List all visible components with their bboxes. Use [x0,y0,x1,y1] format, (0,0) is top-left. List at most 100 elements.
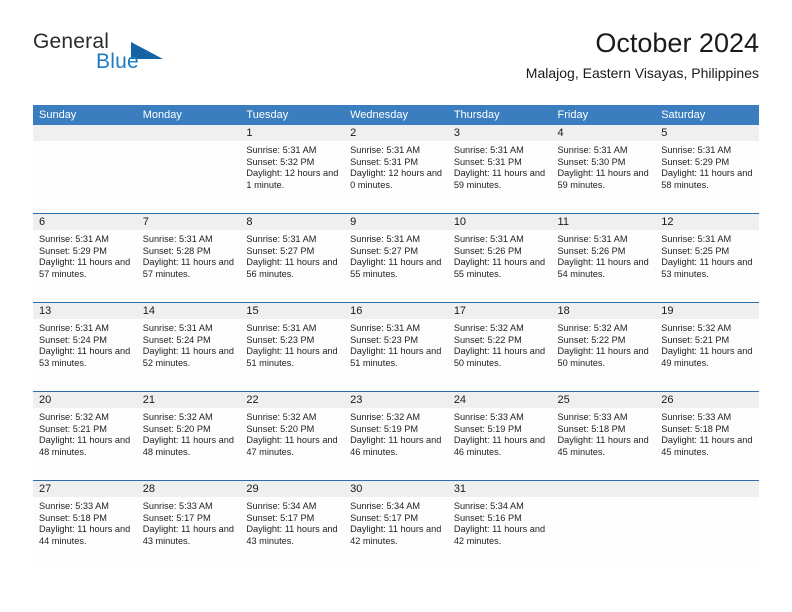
day-number: 9 [344,214,448,230]
sunrise-text: Sunrise: 5:31 AM [557,145,628,155]
calendar-day-cell[interactable]: 28 Sunrise: 5:33 AM Sunset: 5:17 PM Dayligh… [136,480,241,569]
day-cell-content: 23 Sunrise: 5:32 AM Sunset: 5:19 PM Dayligh… [344,392,448,480]
calendar-day-cell[interactable]: 18 Sunrise: 5:32 AM Sunset: 5:22 PM Dayligh… [551,302,656,392]
day-number: 1 [240,125,345,141]
daylight-text: Daylight: 11 hours and 55 minutes. [453,257,546,279]
calendar-day-cell[interactable]: 30 Sunrise: 5:34 AM Sunset: 5:17 PM Dayligh… [344,480,448,569]
day-cell-content: 9 Sunrise: 5:31 AM Sunset: 5:27 PM Daylight… [344,214,448,302]
sunset-text: Sunset: 5:29 PM [39,245,107,256]
calendar-day-cell [33,125,137,214]
sunrise-text: Sunrise: 5:31 AM [661,145,732,155]
day-sun-info: Sunrise: 5:32 AM Sunset: 5:21 PM Daylight:… [655,319,759,369]
calendar-day-cell[interactable]: 7 Sunrise: 5:31 AM Sunset: 5:28 PM Daylight… [136,213,241,303]
day-sun-info: Sunrise: 5:32 AM Sunset: 5:19 PM Daylight:… [344,408,448,458]
calendar-day-cell[interactable]: 21 Sunrise: 5:32 AM Sunset: 5:20 PM Dayligh… [136,391,241,481]
calendar-day-cell[interactable]: 23 Sunrise: 5:32 AM Sunset: 5:19 PM Dayligh… [344,391,448,481]
daylight-text: Daylight: 11 hours and 53 minutes. [661,257,753,279]
calendar-week-row: 1 Sunrise: 5:31 AM Sunset: 5:32 PM Daylight… [33,125,759,214]
day-cell-content: 27 Sunrise: 5:33 AM Sunset: 5:18 PM Dayligh… [33,481,137,569]
day-cell-content: 8 Sunrise: 5:31 AM Sunset: 5:27 PM Daylight… [240,214,345,302]
day-sun-info: Sunrise: 5:31 AM Sunset: 5:27 PM Daylight:… [344,230,448,280]
daylight-text: Daylight: 11 hours and 51 minutes. [350,346,442,368]
day-number: 15 [240,303,345,319]
day-sun-info: Sunrise: 5:31 AM Sunset: 5:26 PM Daylight:… [552,230,656,280]
calendar-day-cell[interactable]: 22 Sunrise: 5:32 AM Sunset: 5:20 PM Dayligh… [240,391,345,481]
calendar-day-cell[interactable]: 12 Sunrise: 5:31 AM Sunset: 5:25 PM Dayligh… [655,213,759,303]
day-number: 28 [136,481,241,497]
weekday-header-tuesday: Tuesday [240,105,345,125]
calendar-day-cell [655,480,759,569]
calendar-day-cell[interactable]: 26 Sunrise: 5:33 AM Sunset: 5:18 PM Dayligh… [655,391,759,481]
day-sun-info: Sunrise: 5:31 AM Sunset: 5:24 PM Daylight:… [137,319,241,369]
day-number: 2 [344,125,448,141]
calendar-day-cell[interactable]: 27 Sunrise: 5:33 AM Sunset: 5:18 PM Dayligh… [33,480,137,569]
calendar-day-cell[interactable]: 16 Sunrise: 5:31 AM Sunset: 5:23 PM Dayligh… [344,302,448,392]
calendar-day-cell[interactable]: 8 Sunrise: 5:31 AM Sunset: 5:27 PM Daylight… [240,213,345,303]
day-number: 7 [136,214,241,230]
daylight-text: Daylight: 11 hours and 57 minutes. [39,257,131,279]
calendar-day-cell[interactable]: 9 Sunrise: 5:31 AM Sunset: 5:27 PM Daylight… [344,213,448,303]
calendar-day-cell[interactable]: 17 Sunrise: 5:32 AM Sunset: 5:22 PM Dayligh… [447,302,552,392]
weekday-header-friday: Friday [551,105,656,125]
day-sun-info: Sunrise: 5:31 AM Sunset: 5:29 PM Daylight:… [33,230,137,280]
calendar-day-cell[interactable]: 5 Sunrise: 5:31 AM Sunset: 5:29 PM Daylight… [655,125,759,214]
day-number: 31 [447,481,552,497]
sunrise-text: Sunrise: 5:33 AM [453,412,524,422]
day-sun-info: Sunrise: 5:31 AM Sunset: 5:24 PM Daylight:… [33,319,137,369]
day-cell-content: 24 Sunrise: 5:33 AM Sunset: 5:19 PM Dayligh… [447,392,552,480]
calendar-day-cell[interactable]: 10 Sunrise: 5:31 AM Sunset: 5:26 PM Dayligh… [447,213,552,303]
calendar-day-cell[interactable]: 11 Sunrise: 5:31 AM Sunset: 5:26 PM Dayligh… [551,213,656,303]
sunset-text: Sunset: 5:31 PM [350,156,419,167]
calendar-day-cell[interactable]: 29 Sunrise: 5:34 AM Sunset: 5:17 PM Dayligh… [240,480,345,569]
day-cell-content: 30 Sunrise: 5:34 AM Sunset: 5:17 PM Dayligh… [344,481,448,569]
calendar-day-cell[interactable]: 20 Sunrise: 5:32 AM Sunset: 5:21 PM Dayligh… [33,391,137,481]
day-number: 22 [240,392,345,408]
sunrise-sunset-calendar: Sunday Monday Tuesday Wednesday Thursday… [33,105,759,569]
day-sun-info: Sunrise: 5:32 AM Sunset: 5:22 PM Daylight:… [552,319,656,369]
day-sun-info: Sunrise: 5:34 AM Sunset: 5:17 PM Daylight:… [240,497,344,547]
calendar-day-cell[interactable]: 25 Sunrise: 5:33 AM Sunset: 5:18 PM Dayligh… [551,391,656,481]
calendar-day-cell[interactable]: 1 Sunrise: 5:31 AM Sunset: 5:32 PM Daylight… [240,125,345,214]
day-cell-content: 29 Sunrise: 5:34 AM Sunset: 5:17 PM Dayligh… [240,481,345,569]
daylight-text: Daylight: 11 hours and 44 minutes. [39,524,131,546]
day-number: 3 [447,125,552,141]
calendar-day-cell[interactable]: 3 Sunrise: 5:31 AM Sunset: 5:31 PM Daylight… [447,125,552,214]
sunrise-text: Sunrise: 5:31 AM [661,234,732,244]
sunrise-text: Sunrise: 5:33 AM [557,412,628,422]
day-cell-content: 7 Sunrise: 5:31 AM Sunset: 5:28 PM Daylight… [136,214,241,302]
calendar-day-cell[interactable]: 15 Sunrise: 5:31 AM Sunset: 5:23 PM Dayligh… [240,302,345,392]
day-number: 19 [655,303,759,319]
sunrise-text: Sunrise: 5:31 AM [142,323,213,333]
calendar-week-row: 20 Sunrise: 5:32 AM Sunset: 5:21 PM Dayligh… [33,391,759,481]
calendar-day-cell[interactable]: 31 Sunrise: 5:34 AM Sunset: 5:16 PM Dayligh… [447,480,552,569]
day-number: 5 [655,125,759,141]
day-cell-content [136,125,241,213]
calendar-day-cell[interactable]: 4 Sunrise: 5:31 AM Sunset: 5:30 PM Daylight… [551,125,656,214]
calendar-day-cell[interactable]: 19 Sunrise: 5:32 AM Sunset: 5:21 PM Dayligh… [655,302,759,392]
calendar-day-cell [136,125,241,214]
sunrise-text: Sunrise: 5:31 AM [246,323,317,333]
day-number: 27 [33,481,137,497]
day-number: 24 [447,392,552,408]
daylight-text: Daylight: 11 hours and 51 minutes. [246,346,338,368]
general-blue-logo[interactable]: General Blue [33,28,233,88]
daylight-text: Daylight: 11 hours and 49 minutes. [661,346,753,368]
day-number: 26 [655,392,759,408]
day-cell-content: 17 Sunrise: 5:32 AM Sunset: 5:22 PM Dayligh… [447,303,552,391]
sunset-text: Sunset: 5:23 PM [350,334,419,345]
sunrise-text: Sunrise: 5:34 AM [350,501,421,511]
calendar-day-cell[interactable]: 24 Sunrise: 5:33 AM Sunset: 5:19 PM Dayligh… [447,391,552,481]
daylight-text: Daylight: 11 hours and 59 minutes. [557,168,649,190]
calendar-day-cell[interactable]: 6 Sunrise: 5:31 AM Sunset: 5:29 PM Daylight… [33,213,137,303]
calendar-day-cell[interactable]: 13 Sunrise: 5:31 AM Sunset: 5:24 PM Dayligh… [33,302,137,392]
daylight-text: Daylight: 11 hours and 46 minutes. [350,435,442,457]
day-sun-info: Sunrise: 5:32 AM Sunset: 5:20 PM Daylight:… [240,408,344,458]
calendar-day-cell[interactable]: 14 Sunrise: 5:31 AM Sunset: 5:24 PM Dayligh… [136,302,241,392]
calendar-day-cell[interactable]: 2 Sunrise: 5:31 AM Sunset: 5:31 PM Daylight… [344,125,448,214]
day-sun-info: Sunrise: 5:31 AM Sunset: 5:30 PM Daylight:… [552,141,656,191]
sunrise-text: Sunrise: 5:33 AM [661,412,732,422]
day-number [136,125,241,141]
daylight-text: Daylight: 11 hours and 53 minutes. [39,346,131,368]
sunset-text: Sunset: 5:18 PM [557,423,626,434]
sunset-text: Sunset: 5:21 PM [661,334,730,345]
